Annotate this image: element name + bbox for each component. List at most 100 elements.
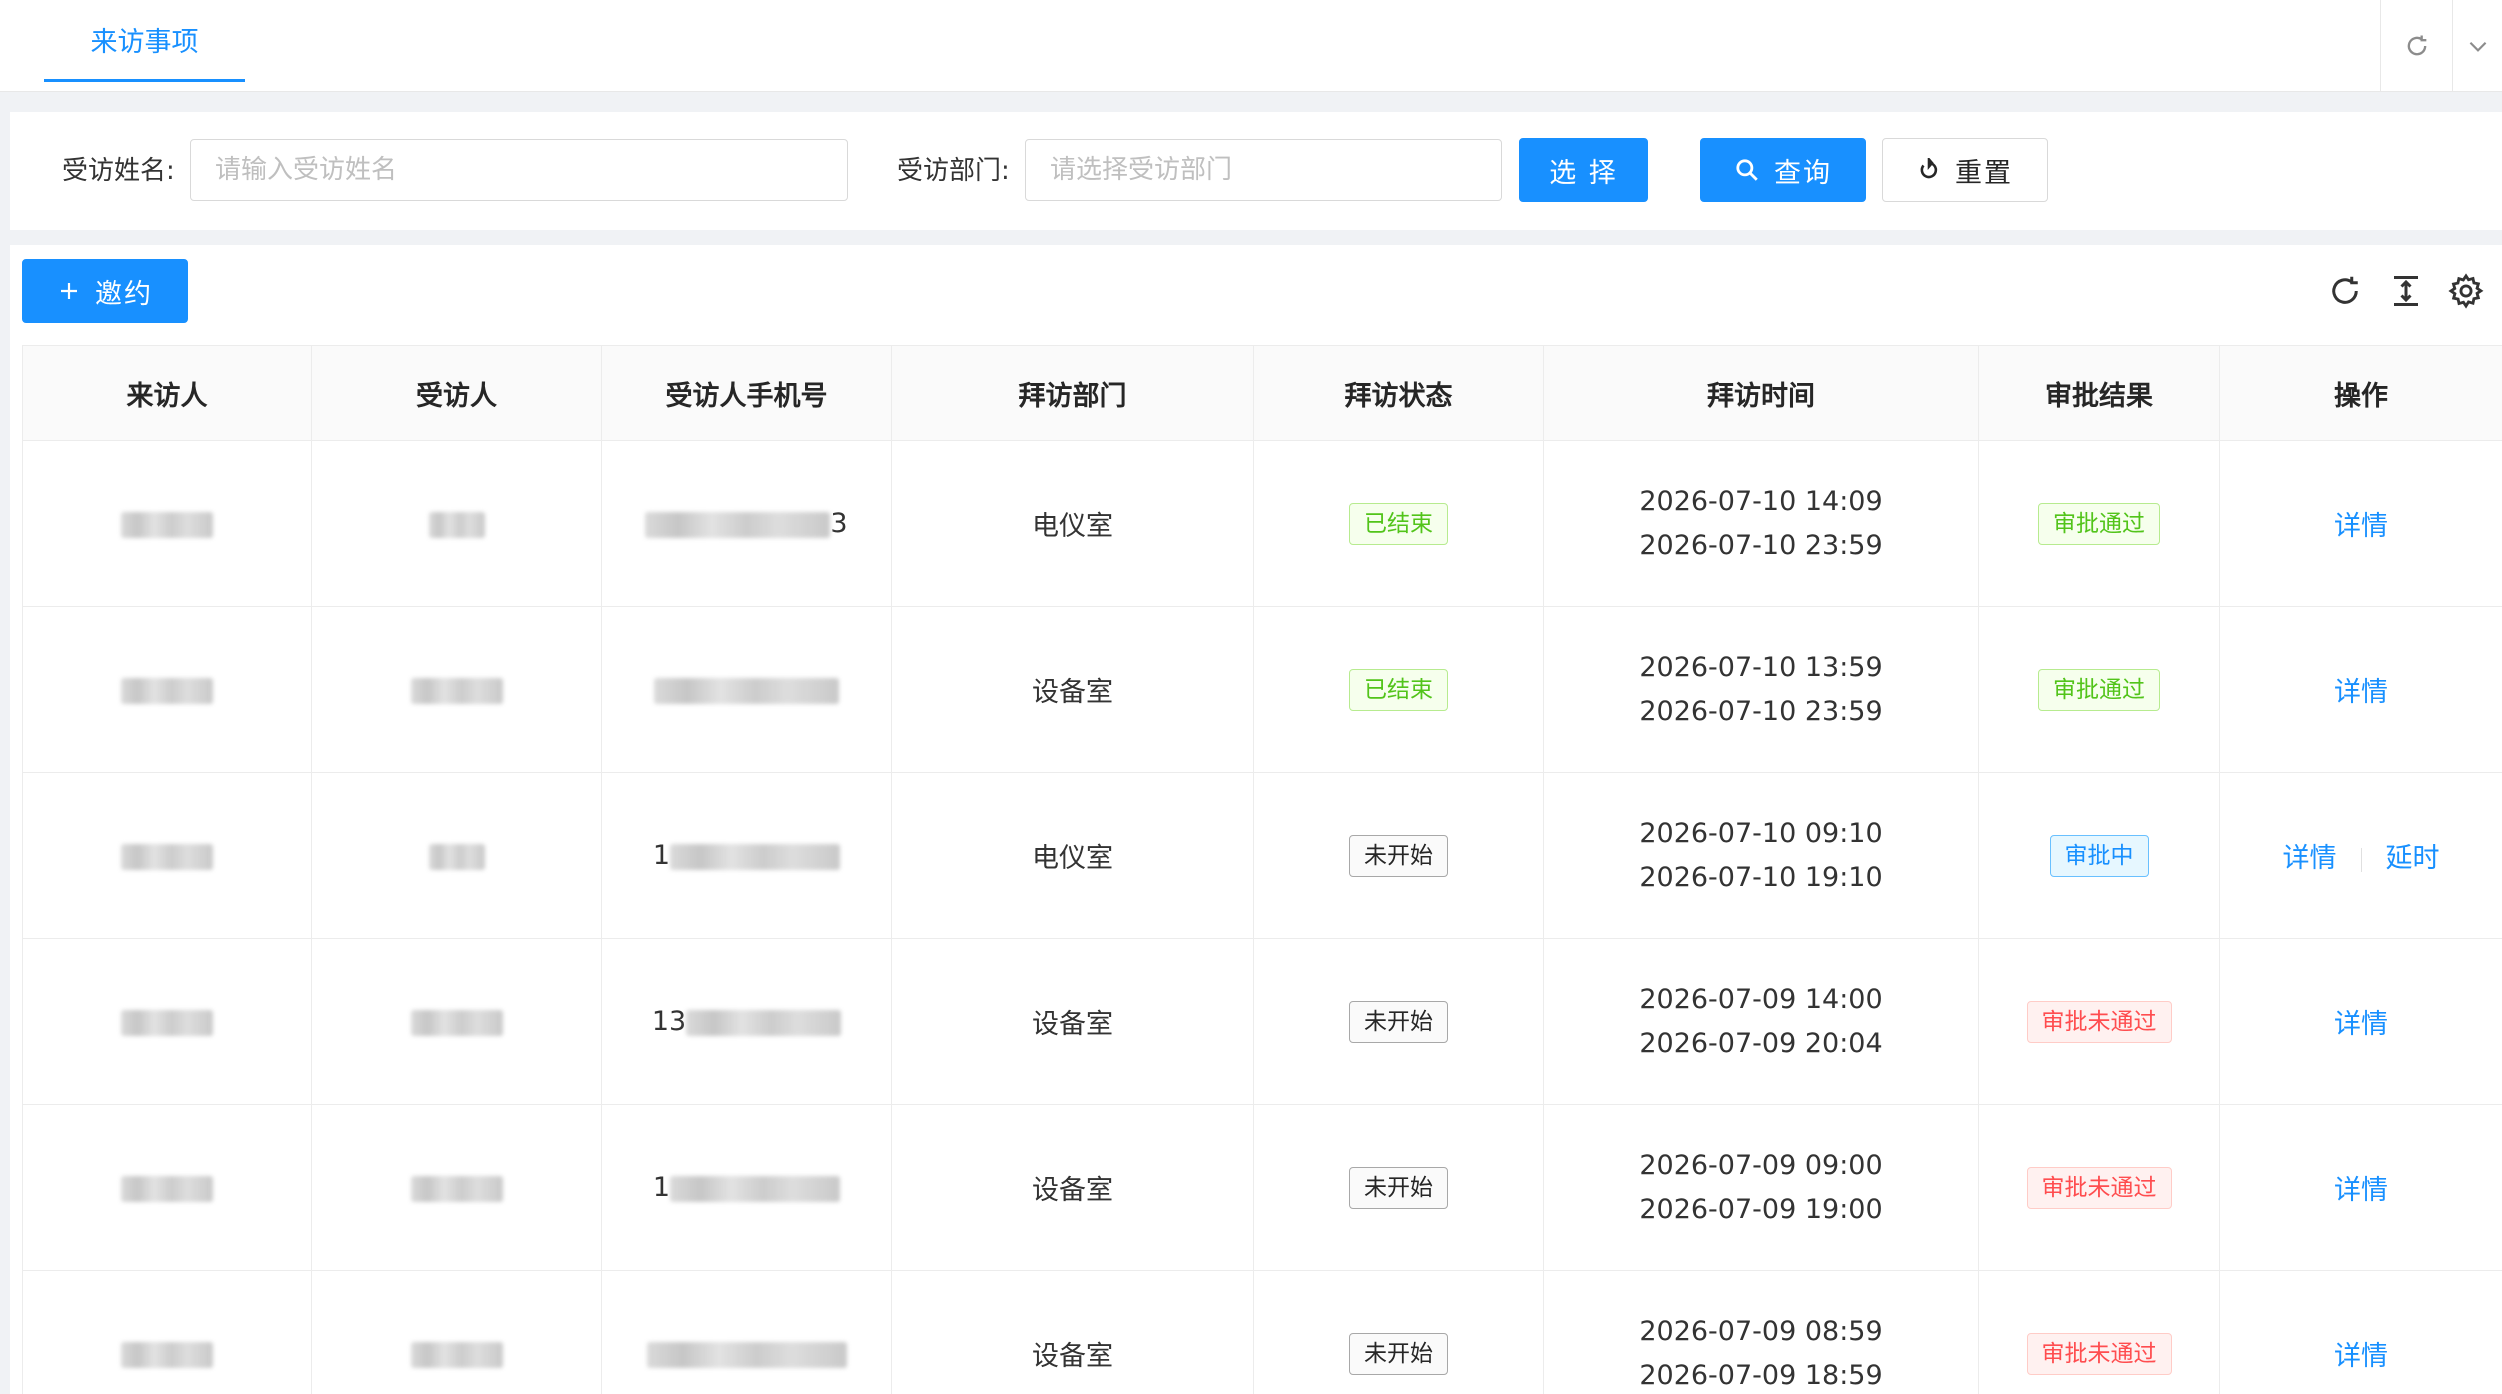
status-cell: 已结束 [1253,606,1544,773]
visit-end-time: 2026-07-09 18:59 [1639,1359,1883,1391]
invite-button[interactable]: 邀约 [22,259,188,323]
visit-end-time: 2026-07-09 19:00 [1639,1193,1883,1225]
column-height-icon [2394,276,2418,306]
column-header: 拜访部门 [891,345,1254,441]
query-button[interactable]: 查询 [1700,138,1866,202]
redacted-visitor-name [121,511,213,538]
status-cell: 未开始 [1253,1270,1544,1394]
refresh-icon [2407,35,2426,56]
table-row: 13 设备室 未开始 2026-07-09 14:00 2026-07-09 2… [22,938,2502,1105]
visitee-cell [311,772,602,939]
tab-refresh-button[interactable] [2380,0,2452,92]
visitor-cell [22,1104,312,1271]
visitee-cell [311,1270,602,1394]
visit-end-time: 2026-07-10 23:59 [1639,695,1883,727]
actions-cell: 详情 延时 [2219,772,2502,939]
details-link[interactable]: 详情 [2334,677,2388,708]
approval-badge: 审批未通过 [2026,1000,2172,1043]
visit-time-cell: 2026-07-09 08:59 2026-07-09 18:59 [1543,1270,1979,1394]
redacted-phone [646,1341,847,1368]
visit-end-time: 2026-07-09 20:04 [1639,1027,1883,1059]
status-badge: 已结束 [1349,502,1448,545]
visitee-cell [311,606,602,773]
result-cell: 审批未通过 [1978,1270,2220,1394]
phone-cell: 13 [601,938,892,1105]
search-icon [1736,159,1758,181]
status-badge: 未开始 [1349,834,1448,877]
table-density-button[interactable] [2386,271,2426,311]
phone-cell: 3 [601,440,892,607]
visit-start-time: 2026-07-10 14:09 [1639,485,1883,517]
visit-time-cell: 2026-07-09 09:00 2026-07-09 19:00 [1543,1104,1979,1271]
column-header: 操作 [2219,345,2502,441]
redacted-visitee-name [410,677,503,704]
visit-time-cell: 2026-07-10 13:59 2026-07-10 23:59 [1543,606,1979,773]
approval-badge: 审批未通过 [2026,1332,2172,1375]
visit-end-time: 2026-07-10 23:59 [1639,529,1883,561]
chevron-down-icon [2469,41,2486,52]
details-link[interactable]: 详情 [2334,511,2388,542]
actions-cell: 详情 [2219,1270,2502,1394]
dept-cell: 设备室 [891,606,1254,773]
visitor-cell [22,938,312,1105]
redacted-phone [670,1175,841,1202]
refresh-icon [2332,276,2358,304]
details-link[interactable]: 详情 [2334,1009,2388,1040]
column-header: 受访人 [311,345,602,441]
column-header: 审批结果 [1978,345,2220,441]
visitee-dept-label: 受访部门: [897,156,1010,186]
tab-dropdown-button[interactable] [2452,0,2502,92]
details-link[interactable]: 详情 [2334,1341,2388,1372]
redacted-visitee-name [410,1175,503,1202]
visitee-cell [311,1104,602,1271]
visit-start-time: 2026-07-09 08:59 [1639,1315,1883,1347]
redacted-phone [654,677,839,704]
table-refresh-button[interactable] [2325,271,2365,311]
table-row: 3 电仪室 已结束 2026-07-10 14:09 2026-07-10 23… [22,440,2502,607]
table-settings-button[interactable] [2446,271,2486,311]
actions-cell: 详情 [2219,1104,2502,1271]
result-cell: 审批通过 [1978,606,2220,773]
visitor-cell [22,772,312,939]
redacted-visitee-name [428,843,485,870]
result-cell: 审批未通过 [1978,938,2220,1105]
table-row: 设备室 已结束 2026-07-10 13:59 2026-07-10 23:5… [22,606,2502,773]
reset-label: 重置 [1955,157,2013,189]
status-cell: 未开始 [1253,1104,1544,1271]
actions-cell: 详情 [2219,938,2502,1105]
details-link[interactable]: 详情 [2283,843,2337,874]
approval-badge: 审批未通过 [2026,1166,2172,1209]
result-cell: 审批未通过 [1978,1104,2220,1271]
extend-link[interactable]: 延时 [2386,843,2440,874]
actions-cell: 详情 [2219,606,2502,773]
visit-list-panel: 邀约 来访人 受访人 受访人手机号 拜访部门 拜访状态 拜访时间 审批结果 操作 [10,245,2502,1394]
approval-badge: 审批通过 [2038,668,2160,711]
details-link[interactable]: 详情 [2334,1175,2388,1206]
visitee-name-input[interactable] [190,139,848,201]
phone-visible-digits: 13 [651,1006,687,1037]
visit-time-cell: 2026-07-10 09:10 2026-07-10 19:10 [1543,772,1979,939]
dept-cell: 设备室 [891,1270,1254,1394]
plus-icon [61,283,77,299]
result-cell: 审批中 [1978,772,2220,939]
reset-button[interactable]: 重置 [1882,138,2048,202]
phone-cell [601,606,892,773]
tab-visit-matters[interactable]: 来访事项 [44,0,245,82]
column-header: 受访人手机号 [601,345,892,441]
phone-visible-digits: 1 [652,1172,671,1203]
phone-visible-digits: 3 [830,508,848,539]
visitor-cell [22,1270,312,1394]
status-badge: 未开始 [1349,1000,1448,1043]
visit-time-cell: 2026-07-09 14:00 2026-07-09 20:04 [1543,938,1979,1105]
invite-label: 邀约 [95,278,153,310]
redacted-phone [645,511,831,538]
visitee-dept-input[interactable] [1025,139,1502,201]
phone-cell: 1 [601,1104,892,1271]
select-dept-button[interactable]: 选 择 [1519,138,1648,202]
redacted-visitee-name [410,1009,503,1036]
approval-badge: 审批中 [2049,834,2149,877]
dept-cell: 电仪室 [891,440,1254,607]
status-badge: 未开始 [1349,1166,1448,1209]
redacted-visitor-name [121,677,213,704]
visitee-name-label: 受访姓名: [62,156,175,186]
